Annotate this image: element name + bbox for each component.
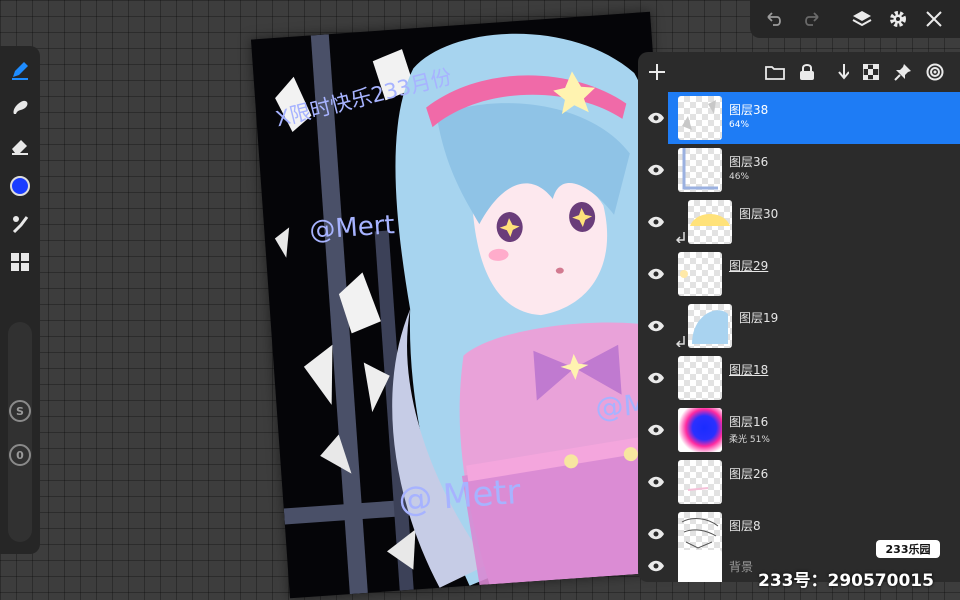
layers-icon[interactable] xyxy=(850,8,874,30)
layer-name: 图层19 xyxy=(739,311,779,325)
visibility-eye-icon[interactable] xyxy=(644,524,668,544)
layers-panel: 图层38 64% 图层36 46% 图层30 图层29 图层19 图层18 图层… xyxy=(638,52,960,582)
visibility-eye-icon[interactable] xyxy=(644,316,668,336)
color-picker-icon[interactable] xyxy=(6,172,34,200)
redo-icon[interactable] xyxy=(800,8,824,30)
layer-opacity: 46% xyxy=(729,172,750,182)
layer-name: 背景 xyxy=(729,560,754,574)
layers-panel-header xyxy=(638,52,960,92)
undo-icon[interactable] xyxy=(762,8,786,30)
canvas-watermark-3: @ Metr xyxy=(397,471,522,521)
visibility-eye-icon[interactable] xyxy=(644,420,668,440)
visibility-eye-icon[interactable] xyxy=(644,556,668,576)
target-icon[interactable] xyxy=(924,61,946,83)
close-icon[interactable] xyxy=(922,8,946,30)
layer-name: 图层30 xyxy=(739,207,779,221)
settings-icon[interactable] xyxy=(886,8,910,30)
layer-blend-mode: 柔光 51% xyxy=(729,435,770,445)
visibility-eye-icon[interactable] xyxy=(644,160,668,180)
folder-icon[interactable] xyxy=(764,61,786,83)
layer-opacity: 64% xyxy=(729,120,750,130)
layer-thumbnail xyxy=(688,304,732,348)
layer-name: 图层8 xyxy=(729,519,761,533)
layer-row[interactable]: 图层16 柔光 51% xyxy=(638,404,960,456)
top-toolbar xyxy=(750,0,960,38)
layer-row[interactable]: 图层30 xyxy=(638,196,960,248)
site-id-text: 233号：290570015 xyxy=(758,571,934,591)
layer-name: 图层16 xyxy=(729,415,769,429)
layer-row[interactable]: 图层38 64% xyxy=(638,92,960,144)
layer-thumbnail xyxy=(678,356,722,400)
tool-bar: S 0 xyxy=(0,46,40,554)
smudge-tool-icon[interactable] xyxy=(6,94,34,122)
canvas-watermark-2: @Mert xyxy=(308,210,396,246)
layer-name: 图层26 xyxy=(729,467,769,481)
visibility-eye-icon[interactable] xyxy=(644,472,668,492)
visibility-eye-icon[interactable] xyxy=(644,264,668,284)
brush-slider[interactable] xyxy=(8,322,32,542)
brush-settings-icon[interactable] xyxy=(6,210,34,238)
site-logo-badge: 233乐园 xyxy=(876,540,940,558)
layer-thumbnail xyxy=(678,96,722,140)
visibility-eye-icon[interactable] xyxy=(644,212,668,232)
eraser-tool-icon[interactable] xyxy=(6,132,34,160)
layer-row[interactable]: 图层19 xyxy=(638,300,960,352)
brush-opacity-button[interactable]: 0 xyxy=(9,444,31,466)
layer-row[interactable]: 图层36 46% xyxy=(638,144,960,196)
visibility-eye-icon[interactable] xyxy=(644,368,668,388)
layer-row[interactable]: 图层26 xyxy=(638,456,960,508)
layer-thumbnail xyxy=(678,148,722,192)
layer-row[interactable]: 图层18 xyxy=(638,352,960,404)
layer-name: 图层18 xyxy=(729,363,769,377)
layer-name: 图层36 xyxy=(729,155,769,169)
gallery-grid-icon[interactable] xyxy=(6,248,34,276)
layer-thumbnail xyxy=(678,460,722,504)
lock-icon[interactable] xyxy=(796,61,818,83)
drawing-canvas[interactable]: X限时快乐233月份 @Mert @ Metr @M xyxy=(250,11,690,599)
layer-thumbnail xyxy=(678,408,722,452)
clipping-mask-icon xyxy=(675,228,688,244)
merge-down-icon[interactable] xyxy=(830,61,852,83)
visibility-eye-icon[interactable] xyxy=(644,108,668,128)
layer-thumbnail xyxy=(678,550,722,582)
add-layer-icon[interactable] xyxy=(646,61,668,83)
layer-name: 图层29 xyxy=(729,259,769,273)
layer-name: 图层38 xyxy=(729,103,769,117)
layer-row[interactable]: 图层29 xyxy=(638,248,960,300)
pen-tool-icon[interactable] xyxy=(6,56,34,84)
layer-thumbnail xyxy=(678,252,722,296)
pin-icon[interactable] xyxy=(892,61,914,83)
brush-size-button[interactable]: S xyxy=(9,400,31,422)
checkerboard-icon[interactable] xyxy=(860,61,882,83)
clipping-mask-icon xyxy=(675,332,688,348)
layer-thumbnail xyxy=(688,200,732,244)
